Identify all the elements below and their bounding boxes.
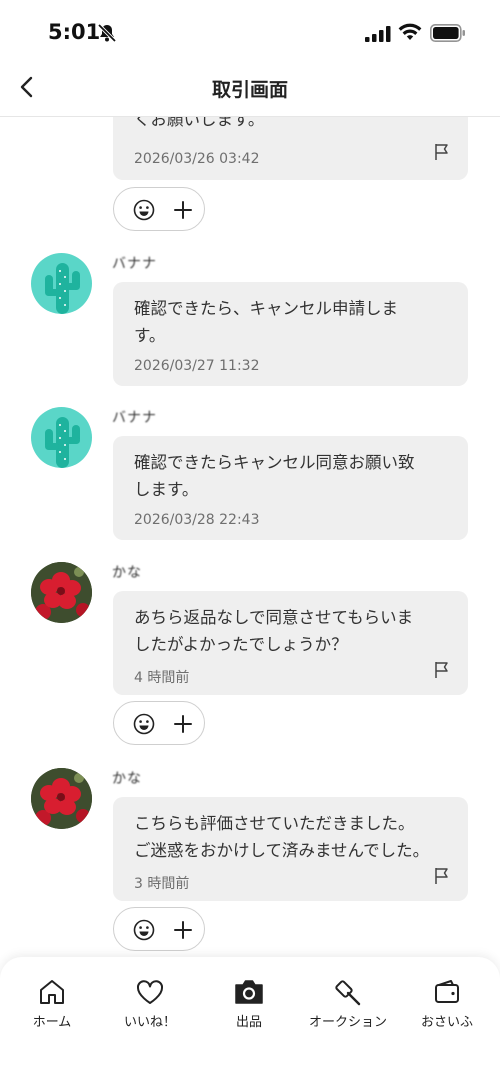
nav-likes[interactable]: いいね！ [100,977,200,1030]
nav-home-label: ホーム [32,1015,72,1030]
cactus-icon [45,417,80,468]
bottom-nav: ホーム いいね！ 出品 オークション おさいふ [0,957,500,1080]
message-text: 確認できたらキャンセル同意お願い致 します。 [134,453,415,499]
message-time: 2026/03/28 22:43 [134,512,260,528]
reaction-button[interactable] [113,187,205,231]
flag-icon[interactable] [434,867,450,885]
signal-icon [365,26,391,42]
camera-icon [235,980,263,1004]
nav-home[interactable]: ホーム [2,977,102,1030]
reaction-button[interactable] [113,907,205,951]
flower-photo [31,562,92,623]
message-text: 確認できたら、キャンセル申請しま す。 [134,299,398,345]
chat-thread[interactable]: くお願いします。 2026/03/26 03:42 バナナ 確認できたら、キャン… [0,117,500,957]
message-time: 2026/03/27 11:32 [134,358,260,374]
nav-likes-label: いいね！ [123,1015,176,1030]
message-bubble: 確認できたら、キャンセル申請しま す。 2026/03/27 11:32 [113,282,468,386]
user-avatar[interactable] [31,562,92,623]
sender-name: かな [112,771,142,787]
message-time: 3 時間前 [134,876,190,892]
sender-name: バナナ [112,410,157,426]
status-bar: 5:01 [0,0,500,62]
nav-auction-label: オークション [308,1015,387,1030]
bell-muted-icon [97,23,117,43]
sender-name: バナナ [112,256,157,272]
message-text: こちらも評価させていただきました。 ご迷惑をおかけして済みませんでした。 [134,814,430,860]
nav-auction[interactable]: オークション [298,977,398,1030]
flag-icon[interactable] [434,143,450,161]
flower-photo [31,768,92,829]
wifi-icon [398,23,422,40]
message-text: あちら返品なしで同意させてもらいま したがよかったでしょうか？ [134,608,414,654]
heart-icon [136,980,164,1004]
plus-icon [174,921,192,939]
nav-sell[interactable]: 出品 [199,977,299,1030]
nav-wallet-label: おさいふ [420,1015,473,1030]
page-title: 取引画面 [211,79,288,101]
reaction-button[interactable] [113,701,205,745]
wallet-icon [435,980,459,1003]
smile-icon [133,919,155,941]
message-bubble: くお願いします。 2026/03/26 03:42 [113,117,468,180]
flag-icon[interactable] [434,661,450,679]
message-bubble: こちらも評価させていただきました。 ご迷惑をおかけして済みませんでした。 3 時… [113,797,468,901]
user-avatar[interactable] [31,407,92,468]
smile-icon [133,713,155,735]
user-avatar[interactable] [31,253,92,314]
message-bubble: 確認できたらキャンセル同意お願い致 します。 2026/03/28 22:43 [113,436,468,540]
nav-wallet[interactable]: おさいふ [397,977,497,1030]
cactus-icon [45,263,80,314]
plus-icon [174,715,192,733]
home-icon [40,980,64,1004]
user-avatar[interactable] [31,768,92,829]
plus-icon [174,201,192,219]
battery-icon [430,24,465,42]
nav-sell-label: 出品 [235,1015,262,1030]
header: 取引画面 [0,62,500,117]
sender-name: かな [112,565,142,581]
status-time: 5:01 [48,20,101,44]
message-time: 2026/03/26 03:42 [134,151,260,167]
message-time: 4 時間前 [134,670,190,686]
gavel-icon [335,980,361,1006]
message-bubble: あちら返品なしで同意させてもらいま したがよかったでしょうか？ 4 時間前 [113,591,468,695]
smile-icon [133,199,155,221]
message-text: くお願いします。 [134,117,265,129]
